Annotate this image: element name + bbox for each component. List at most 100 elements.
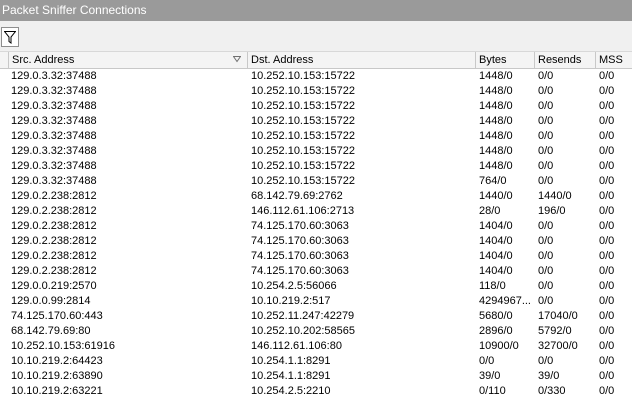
- resends-cell: 0/0: [538, 265, 554, 277]
- table-row[interactable]: 129.0.3.32:37488 10.252.10.153:15722 1448/…: [0, 99, 632, 114]
- table-row[interactable]: 129.0.3.32:37488 10.252.10.153:15722 1448/…: [0, 69, 632, 84]
- bytes-cell: 1448/0: [479, 85, 513, 97]
- src-address-cell: 129.0.3.32:37488: [11, 70, 97, 82]
- table-row[interactable]: 10.252.10.153:61916 146.112.61.106:80 1090…: [0, 339, 632, 354]
- bytes-cell: 0/0: [479, 355, 495, 367]
- resends-cell: 0/0: [538, 280, 554, 292]
- table-row[interactable]: 74.125.170.60:443 10.252.11.247:42279 5680…: [0, 309, 632, 324]
- mss-cell: 0/0: [599, 235, 615, 247]
- mss-cell: 0/0: [599, 160, 615, 172]
- mss-cell: 0/0: [599, 385, 615, 397]
- src-address-cell: 129.0.3.32:37488: [11, 85, 97, 97]
- bytes-cell: 10900/0: [479, 340, 519, 352]
- table-row[interactable]: 129.0.0.99:2814 10.10.219.2:517 4294967...…: [0, 294, 632, 309]
- mss-cell: 0/0: [599, 265, 615, 277]
- mss-cell: 0/0: [599, 295, 615, 307]
- resends-cell: 0/0: [538, 355, 554, 367]
- bytes-cell: 2896/0: [479, 325, 513, 337]
- mss-cell: 0/0: [599, 340, 615, 352]
- dst-address-cell: 146.112.61.106:80: [251, 340, 342, 352]
- connections-table: Src. Address Dst. Address Bytes Resends …: [0, 52, 632, 399]
- resends-cell: 0/0: [538, 85, 554, 97]
- mss-cell: 0/0: [599, 355, 615, 367]
- column-header-src-address[interactable]: Src. Address: [8, 52, 248, 68]
- column-header-mss[interactable]: MSS: [596, 52, 632, 68]
- table-row[interactable]: 68.142.79.69:80 10.252.10.202:58565 2896/0…: [0, 324, 632, 339]
- resends-cell: 0/0: [538, 220, 554, 232]
- src-address-cell: 129.0.3.32:37488: [11, 115, 97, 127]
- table-row[interactable]: 129.0.2.238:2812 74.125.170.60:3063 1404/0…: [0, 249, 632, 264]
- filter-button[interactable]: [1, 27, 19, 47]
- table-row[interactable]: 129.0.3.32:37488 10.252.10.153:15722 1448/…: [0, 114, 632, 129]
- dst-address-cell: 10.252.11.247:42279: [251, 310, 355, 322]
- src-address-cell: 74.125.170.60:443: [11, 310, 103, 322]
- mss-cell: 0/0: [599, 190, 615, 202]
- table-row[interactable]: 129.0.3.32:37488 10.252.10.153:15722 1448/…: [0, 84, 632, 99]
- mss-cell: 0/0: [599, 310, 615, 322]
- column-header-dst-address[interactable]: Dst. Address: [248, 52, 476, 68]
- resends-cell: 0/0: [538, 250, 554, 262]
- table-row[interactable]: 10.10.219.2:63221 10.254.2.5:2210 0/110 0/3…: [0, 384, 632, 399]
- dst-address-cell: 74.125.170.60:3063: [251, 220, 349, 232]
- table-row[interactable]: 129.0.2.238:2812 74.125.170.60:3063 1404/0…: [0, 219, 632, 234]
- resends-cell: 5792/0: [538, 325, 572, 337]
- table-row[interactable]: 10.10.219.2:63890 10.254.1.1:8291 39/0 39/0…: [0, 369, 632, 384]
- resends-cell: 17040/0: [538, 310, 578, 322]
- dst-address-cell: 10.252.10.153:15722: [251, 145, 355, 157]
- bytes-cell: 5680/0: [479, 310, 513, 322]
- table-row[interactable]: 129.0.3.32:37488 10.252.10.153:15722 1448/…: [0, 144, 632, 159]
- table-row[interactable]: 129.0.3.32:37488 10.252.10.153:15722 1448/…: [0, 159, 632, 174]
- resends-cell: 0/0: [538, 160, 554, 172]
- bytes-cell: 1448/0: [479, 130, 513, 142]
- column-label: Src. Address: [12, 54, 75, 66]
- table-row[interactable]: 129.0.2.238:2812 74.125.170.60:3063 1404/0…: [0, 264, 632, 279]
- bytes-cell: 1448/0: [479, 160, 513, 172]
- table-row[interactable]: 129.0.3.32:37488 10.252.10.153:15722 1448/…: [0, 129, 632, 144]
- bytes-cell: 0/110: [479, 385, 506, 397]
- table-row[interactable]: 10.10.219.2:64423 10.254.1.1:8291 0/0 0/0 0/…: [0, 354, 632, 369]
- bytes-cell: 1440/0: [479, 190, 513, 202]
- table-body: 129.0.3.32:37488 10.252.10.153:15722 1448/…: [0, 69, 632, 399]
- bytes-cell: 764/0: [479, 175, 507, 187]
- src-address-cell: 10.10.219.2:64423: [11, 355, 103, 367]
- dst-address-cell: 10.254.1.1:8291: [251, 355, 331, 367]
- dst-address-cell: 10.252.10.153:15722: [251, 85, 355, 97]
- src-address-cell: 129.0.2.238:2812: [11, 235, 97, 247]
- dst-address-cell: 10.252.10.153:15722: [251, 115, 355, 127]
- column-header-resends[interactable]: Resends: [535, 52, 596, 68]
- window-title: Packet Sniffer Connections: [0, 0, 632, 21]
- mss-cell: 0/0: [599, 175, 615, 187]
- column-header-bytes[interactable]: Bytes: [476, 52, 535, 68]
- dst-address-cell: 10.252.10.153:15722: [251, 70, 355, 82]
- bytes-cell: 1448/0: [479, 100, 513, 112]
- table-row[interactable]: 129.0.2.238:2812 74.125.170.60:3063 1404/0…: [0, 234, 632, 249]
- resends-cell: 196/0: [538, 205, 566, 217]
- mss-cell: 0/0: [599, 115, 615, 127]
- bytes-cell: 39/0: [479, 370, 501, 382]
- resends-cell: 1440/0: [538, 190, 572, 202]
- mss-cell: 0/0: [599, 220, 615, 232]
- bytes-cell: 1448/0: [479, 145, 513, 157]
- table-row[interactable]: 129.0.3.32:37488 10.252.10.153:15722 764/0…: [0, 174, 632, 189]
- bytes-cell: 118/0: [479, 280, 506, 292]
- src-address-cell: 129.0.2.238:2812: [11, 250, 97, 262]
- mss-cell: 0/0: [599, 250, 615, 262]
- table-row[interactable]: 129.0.2.238:2812 68.142.79.69:2762 1440/0 1…: [0, 189, 632, 204]
- table-row[interactable]: 129.0.0.219:2570 10.254.2.5:56066 118/0 0/0…: [0, 279, 632, 294]
- src-address-cell: 10.10.219.2:63221: [11, 385, 103, 397]
- bytes-cell: 1448/0: [479, 115, 513, 127]
- bytes-cell: 1404/0: [479, 250, 513, 262]
- table-row[interactable]: 129.0.2.238:2812 146.112.61.106:2713 28/0 1…: [0, 204, 632, 219]
- src-address-cell: 129.0.3.32:37488: [11, 160, 97, 172]
- dst-address-cell: 10.254.2.5:56066: [251, 280, 337, 292]
- resends-cell: 0/330: [538, 385, 566, 397]
- src-address-cell: 129.0.3.32:37488: [11, 130, 97, 142]
- dst-address-cell: 10.254.1.1:8291: [251, 370, 331, 382]
- dst-address-cell: 68.142.79.69:2762: [251, 190, 343, 202]
- resends-cell: 0/0: [538, 130, 554, 142]
- mss-cell: 0/0: [599, 325, 615, 337]
- mss-cell: 0/0: [599, 205, 615, 217]
- bytes-cell: 1404/0: [479, 265, 513, 277]
- dst-address-cell: 10.252.10.153:15722: [251, 100, 355, 112]
- dst-address-cell: 10.10.219.2:517: [251, 295, 331, 307]
